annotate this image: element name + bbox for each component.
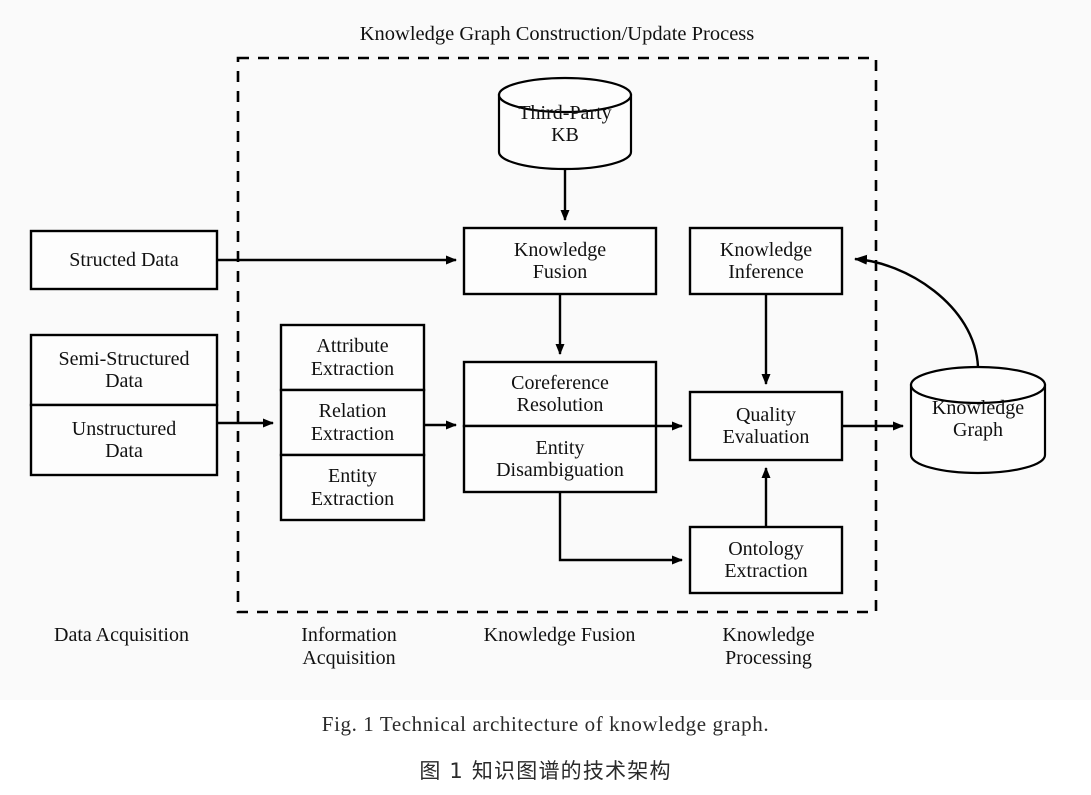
node-third-party-kb[interactable] [497,76,633,171]
node-ontology-extraction[interactable] [688,525,844,595]
node-coreference-resolution[interactable] [462,360,658,428]
node-knowledge-fusion[interactable] [462,226,658,296]
node-quality-evaluation[interactable] [688,390,844,462]
node-entity-extraction[interactable] [279,453,426,522]
edge-graph-to-inference [854,254,980,368]
node-attribute-extraction[interactable] [279,323,426,392]
process-title: Knowledge Graph Construction/Update Proc… [359,23,755,45]
node-relation-extraction[interactable] [279,388,426,457]
node-knowledge-inference[interactable] [688,226,844,296]
stage-label-information-acquisition: Information Acquisition [301,624,397,669]
stage-label-knowledge-fusion: Knowledge Fusion [483,624,636,646]
node-entity-disambiguation[interactable] [462,424,658,494]
diagram-canvas [29,56,1047,614]
node-unstructured-data[interactable] [29,403,219,477]
node-semi-structured-data[interactable] [29,333,219,407]
caption-chinese: 图 1 知识图谱的技术架构 [419,759,672,783]
edge-disambiguation-to-ontology [558,492,683,565]
stage-label-knowledge-processing: Knowledge Processing [722,624,815,669]
node-knowledge-graph[interactable] [909,365,1047,475]
caption-english: Fig. 1 Technical architecture of knowled… [321,712,770,736]
node-structed-data[interactable] [29,229,219,291]
stage-label-data-acquisition: Data Acquisition [54,624,189,646]
figure-page: Knowledge Graph Construction/Update Proc… [0,0,1091,795]
